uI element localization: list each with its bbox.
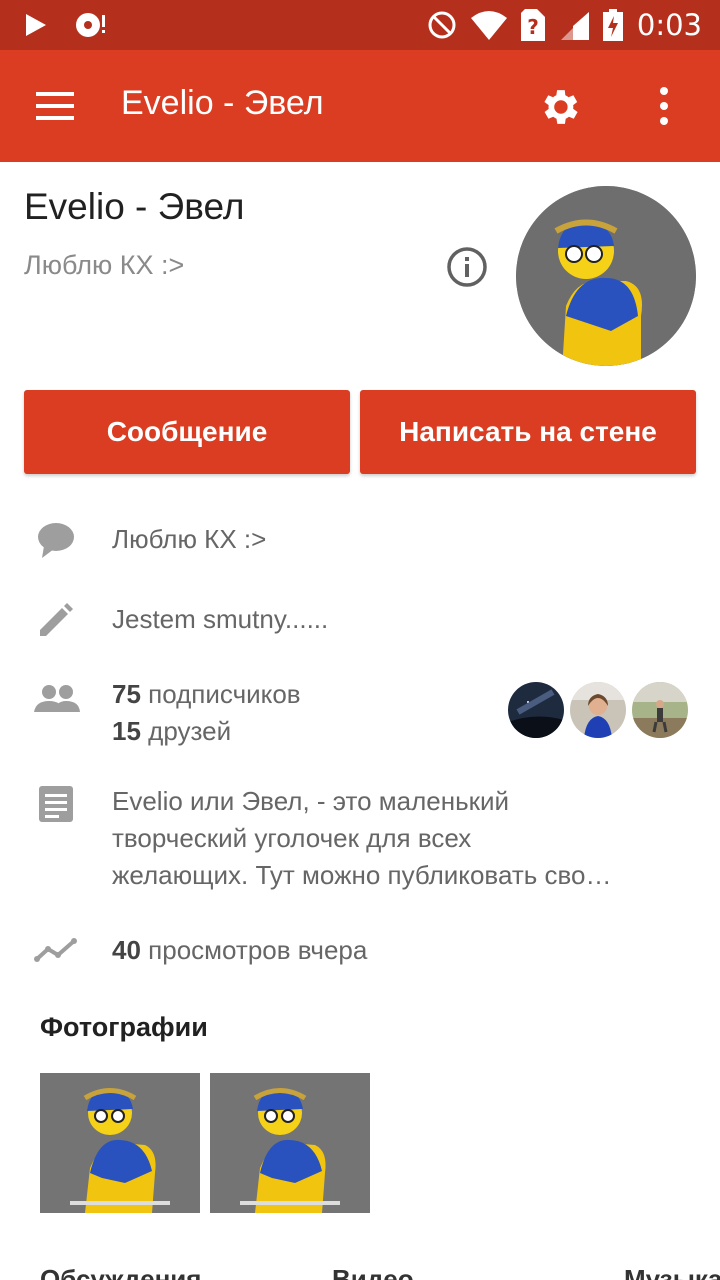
views-count: 40 xyxy=(112,935,141,965)
friend-avatar[interactable] xyxy=(570,682,626,738)
clock: 0:03 xyxy=(636,8,702,42)
tab-video[interactable]: Видео xyxy=(332,1264,414,1280)
pencil-icon xyxy=(40,603,73,636)
description-line: желающих. Тут можно публиковать сво… xyxy=(112,860,612,890)
description-line: творческий уголочек для всех xyxy=(112,823,472,853)
do-not-disturb-icon xyxy=(428,11,456,39)
friends-count: 15 xyxy=(112,716,141,746)
no-sim-icon: ? xyxy=(520,9,545,41)
info-icon[interactable] xyxy=(446,246,488,288)
tab-discussions[interactable]: Обсуждения xyxy=(40,1264,201,1280)
views-stat: 40 просмотров вчера xyxy=(112,932,367,969)
friends-line: 15 друзей xyxy=(112,713,301,750)
friends-label: друзей xyxy=(148,716,232,746)
disc-icon xyxy=(76,13,105,37)
photo-thumbnail[interactable] xyxy=(40,1073,200,1213)
followers-line: 75 подписчиков xyxy=(112,676,301,713)
tab-music[interactable]: Музыка xyxy=(624,1264,720,1280)
followers-label: подписчиков xyxy=(148,679,301,709)
app-bar-title: Evelio - Эвел xyxy=(121,84,324,122)
photo-thumbnail[interactable] xyxy=(210,1073,370,1213)
avatar-image xyxy=(516,186,696,366)
friend-avatar[interactable] xyxy=(508,682,564,738)
description-line: Evelio или Эвел, - это маленький xyxy=(112,786,510,816)
description-icon xyxy=(39,786,73,822)
description[interactable]: Evelio или Эвел, - это маленький творчес… xyxy=(112,783,672,894)
followers-friends[interactable]: 75 подписчиков 15 друзей xyxy=(112,676,301,750)
svg-text:?: ? xyxy=(527,15,539,39)
app-bar: Evelio - Эвел xyxy=(0,50,720,162)
friends-avatars[interactable] xyxy=(508,682,688,738)
gear-icon[interactable] xyxy=(536,84,582,130)
play-store-icon xyxy=(26,14,46,36)
write-on-wall-button[interactable]: Написать на стене xyxy=(360,390,696,474)
avatar[interactable] xyxy=(516,186,696,366)
section-tabs: Обсуждения Видео Музыка xyxy=(0,1264,720,1280)
chat-bubble-icon xyxy=(38,523,74,558)
wifi-icon xyxy=(470,11,507,40)
edit-text: Jestem smutny...... xyxy=(112,604,329,634)
views-label: просмотров вчера xyxy=(148,935,368,965)
photos-title[interactable]: Фотографии xyxy=(40,1012,208,1043)
people-icon xyxy=(34,685,80,712)
followers-count: 75 xyxy=(112,679,141,709)
menu-icon[interactable] xyxy=(36,90,76,122)
friend-avatar[interactable] xyxy=(632,682,688,738)
more-options-icon[interactable] xyxy=(656,86,672,126)
status-text: Люблю КХ :> xyxy=(112,524,267,554)
status-bar: ? 0:03 xyxy=(0,0,720,50)
signal-icon xyxy=(560,12,589,40)
message-button[interactable]: Сообщение xyxy=(24,390,350,474)
profile-status: Люблю КХ :> xyxy=(24,250,185,280)
profile-name: Evelio - Эвел xyxy=(24,186,245,227)
trending-icon xyxy=(34,938,77,962)
battery-charging-icon xyxy=(602,9,623,41)
